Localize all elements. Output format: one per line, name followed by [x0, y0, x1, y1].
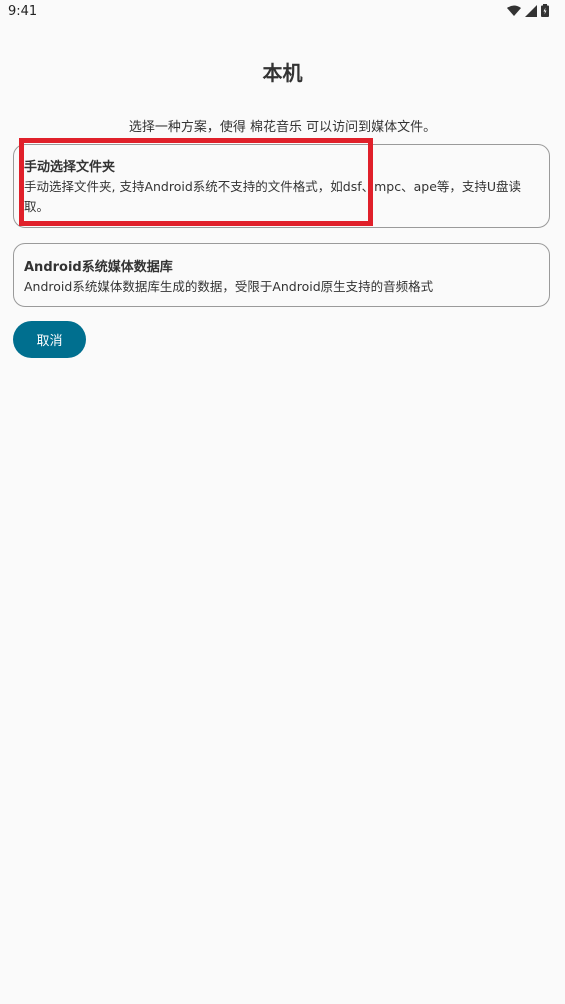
battery-icon: [541, 4, 549, 17]
option-media-database[interactable]: Android系统媒体数据库 Android系统媒体数据库生成的数据，受限于An…: [13, 243, 550, 307]
option-title: Android系统媒体数据库: [24, 260, 173, 275]
option-manual-folder[interactable]: 手动选择文件夹 手动选择文件夹, 支持Android系统不支持的文件格式，如ds…: [13, 144, 550, 228]
page-subtitle: 选择一种方案，使得 棉花音乐 可以访问到媒体文件。: [128, 120, 437, 135]
option-description: Android系统媒体数据库生成的数据，受限于Android原生支持的音频格式: [24, 279, 434, 294]
signal-icon: [525, 4, 537, 17]
option-description: 手动选择文件夹, 支持Android系统不支持的文件格式，如dsf、mpc、ap…: [24, 179, 522, 214]
cancel-button[interactable]: 取消: [13, 321, 86, 358]
option-title: 手动选择文件夹: [24, 160, 116, 175]
status-icons: [507, 4, 549, 17]
page-title: 本机: [262, 61, 303, 85]
status-time: 9:41: [8, 4, 38, 19]
status-bar: 9:41: [0, 0, 565, 24]
wifi-icon: [507, 5, 521, 17]
